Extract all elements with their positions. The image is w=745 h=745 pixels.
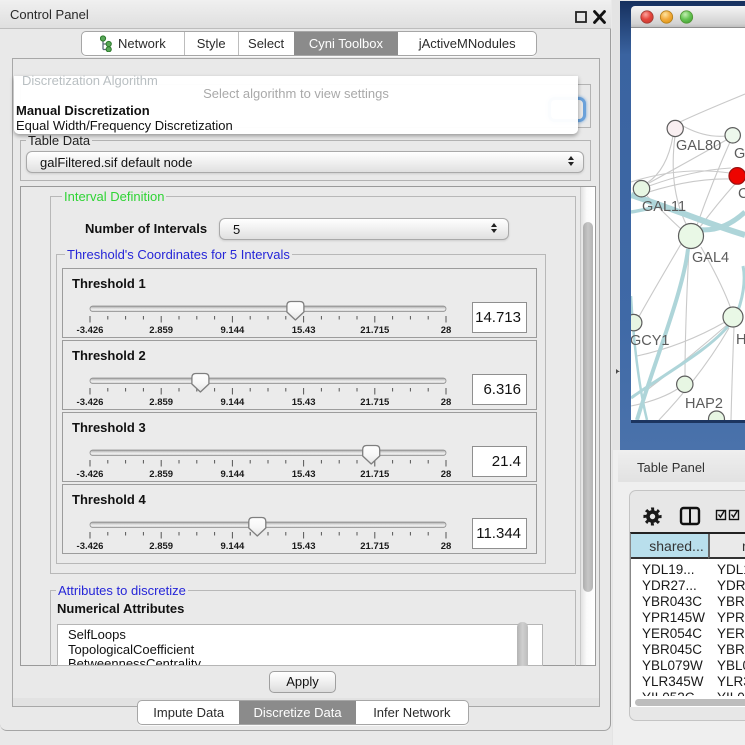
svg-text:15.43: 15.43 <box>292 469 316 480</box>
svg-text:21.715: 21.715 <box>360 325 390 336</box>
svg-text:21.715: 21.715 <box>360 469 390 480</box>
svg-text:2.859: 2.859 <box>149 397 173 408</box>
svg-text:2.859: 2.859 <box>149 325 173 336</box>
svg-text:2.859: 2.859 <box>149 541 173 552</box>
svg-text:GAL80: GAL80 <box>676 138 721 154</box>
svg-text:15.43: 15.43 <box>292 397 316 408</box>
svg-text:15.43: 15.43 <box>292 325 316 336</box>
svg-text:21.715: 21.715 <box>360 541 390 552</box>
svg-text:2.859: 2.859 <box>149 469 173 480</box>
svg-text:-3.426: -3.426 <box>77 541 104 552</box>
svg-text:28: 28 <box>441 325 452 336</box>
svg-text:28: 28 <box>441 541 452 552</box>
svg-text:HAP2: HAP2 <box>685 396 723 412</box>
svg-text:-3.426: -3.426 <box>77 397 104 408</box>
svg-text:-3.426: -3.426 <box>77 469 104 480</box>
svg-text:-3.426: -3.426 <box>77 325 104 336</box>
svg-text:9.144: 9.144 <box>221 397 245 408</box>
svg-text:GA: GA <box>734 146 745 162</box>
svg-text:28: 28 <box>441 469 452 480</box>
svg-text:9.144: 9.144 <box>221 541 245 552</box>
svg-text:9.144: 9.144 <box>221 469 245 480</box>
svg-text:9.144: 9.144 <box>221 325 245 336</box>
svg-text:GAL11: GAL11 <box>642 199 686 215</box>
svg-text:GCY1: GCY1 <box>631 333 670 349</box>
svg-text:28: 28 <box>441 397 452 408</box>
svg-text:15.43: 15.43 <box>292 541 316 552</box>
svg-text:CA: CA <box>738 186 745 202</box>
svg-text:GAL4: GAL4 <box>692 250 729 266</box>
svg-text:HA: HA <box>736 332 745 348</box>
svg-text:21.715: 21.715 <box>360 397 390 408</box>
